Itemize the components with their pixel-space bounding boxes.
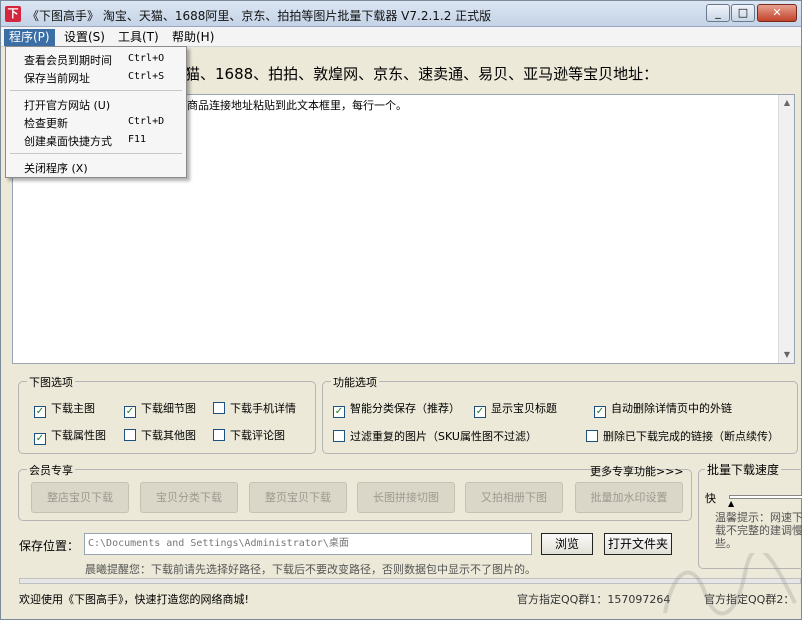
menu-item-membership-expiry[interactable]: 查看会员到期时间	[24, 52, 112, 68]
app-window: 下 《下图高手》 淘宝、天猫、1688阿里、京东、拍拍等图片批量下载器 V7.2…	[0, 0, 802, 620]
window-title: 《下图高手》 淘宝、天猫、1688阿里、京东、拍拍等图片批量下载器 V7.2.1…	[27, 9, 492, 23]
checkbox-box: ✓	[124, 406, 136, 418]
scroll-up-arrow-icon[interactable]: ▲	[779, 95, 795, 111]
menu-item-desktop-shortcut[interactable]: 创建桌面快捷方式	[24, 133, 112, 149]
checkbox-label: 下载主图	[51, 402, 95, 415]
checkbox-label: 过滤重复的图片（SKU属性图不过滤）	[350, 430, 537, 443]
menu-item-open-website[interactable]: 打开官方网站 (U)	[24, 97, 110, 113]
checkbox-remove-external-links[interactable]: ✓ 自动删除详情页中的外链	[594, 402, 732, 418]
save-hint: 晨曦提醒您：下载前请先选择好路径，下载后不要改变路径，否则数据包中显示不了图片的…	[85, 563, 536, 576]
textarea-hint: 商品连接地址粘贴到此文本框里，每行一个。	[187, 99, 407, 112]
download-options-title: 下图选项	[27, 374, 75, 390]
menu-separator	[10, 90, 182, 91]
close-button[interactable]: ✕	[757, 4, 797, 22]
checkbox-download-detail[interactable]: ✓ 下载细节图	[124, 402, 196, 418]
checkbox-delete-completed[interactable]: 删除已下载完成的链接（断点续传）	[586, 430, 779, 444]
status-qq-group-1: 官方指定QQ群1：157097264	[517, 591, 670, 607]
download-options-group: 下图选项 ✓ 下载主图 ✓ 下载细节图 下载手机详情 ✓ 下载属性图 下载其他图 下载…	[18, 374, 316, 454]
menu-separator	[10, 153, 182, 154]
browse-button[interactable]: 浏览	[541, 533, 593, 555]
checkbox-box: ✓	[34, 406, 46, 418]
checkbox-download-review[interactable]: 下载评论图	[213, 429, 285, 443]
url-input-heading: 猫、1688、拍拍、敦煌网、京东、速卖通、易贝、亚马逊等宝贝地址：	[185, 65, 659, 83]
program-dropdown-menu: 查看会员到期时间 Ctrl+O 保存当前网址 Ctrl+S 打开官方网站 (U)…	[5, 46, 187, 178]
checkbox-label: 自动删除详情页中的外链	[611, 402, 732, 415]
download-speed-title: 批量下载速度	[705, 461, 782, 478]
menu-program[interactable]: 程序(P)	[4, 29, 55, 46]
maximize-button[interactable]: □	[731, 4, 755, 22]
function-options-title: 功能选项	[331, 374, 379, 390]
checkbox-label: 删除已下载完成的链接（断点续传）	[603, 430, 779, 443]
checkbox-filter-duplicates[interactable]: 过滤重复的图片（SKU属性图不过滤）	[333, 430, 537, 444]
checkbox-box	[124, 429, 136, 441]
shortcut-label: F11	[128, 134, 147, 145]
menu-settings[interactable]: 设置(S)	[59, 29, 110, 46]
menu-item-save-url[interactable]: 保存当前网址	[24, 70, 90, 86]
save-location-label: 保存位置：	[19, 539, 80, 553]
checkbox-box	[586, 430, 598, 442]
function-options-group: 功能选项 ✓ 智能分类保存（推荐） ✓ 显示宝贝标题 ✓ 自动删除详情页中的外链 过滤…	[322, 374, 798, 454]
checkbox-box	[213, 429, 225, 441]
minimize-button[interactable]: _	[706, 4, 730, 22]
checkbox-download-mobile-detail[interactable]: 下载手机详情	[213, 402, 296, 416]
title-bar[interactable]: 下 《下图高手》 淘宝、天猫、1688阿里、京东、拍拍等图片批量下载器 V7.2…	[1, 1, 801, 27]
more-features-link[interactable]: 更多专享功能>>>	[590, 463, 684, 479]
checkbox-download-attribute[interactable]: ✓ 下载属性图	[34, 429, 106, 445]
member-button-youpai-album[interactable]: 又拍相册下图	[465, 482, 563, 513]
checkbox-smart-category[interactable]: ✓ 智能分类保存（推荐）	[333, 402, 460, 418]
checkbox-box: ✓	[34, 433, 46, 445]
speed-tip: 温馨提示：网速下载不完整的建调慢些。	[715, 511, 802, 550]
checkbox-box	[333, 430, 345, 442]
member-button-long-image-cut[interactable]: 长图拼接切图	[357, 482, 455, 513]
menu-help[interactable]: 帮助(H)	[167, 29, 219, 46]
checkbox-label: 下载手机详情	[230, 402, 296, 415]
watermark-logo-icon	[663, 553, 797, 616]
textarea-scrollbar[interactable]: ▲ ▼	[778, 95, 794, 363]
app-icon: 下	[5, 6, 21, 22]
scroll-down-arrow-icon[interactable]: ▼	[779, 347, 795, 363]
shortcut-label: Ctrl+S	[128, 71, 165, 82]
checkbox-label: 下载评论图	[230, 429, 285, 442]
checkbox-show-title[interactable]: ✓ 显示宝贝标题	[474, 402, 557, 418]
qq1-label: 官方指定QQ群1：	[517, 593, 608, 606]
status-welcome: 欢迎使用《下图高手》，快速打造您的网络商城!	[19, 593, 249, 606]
menu-item-exit[interactable]: 关闭程序 (X)	[24, 160, 88, 176]
checkbox-label: 智能分类保存（推荐）	[350, 402, 460, 415]
speed-slider[interactable]	[729, 495, 802, 499]
save-path-input[interactable]: C:\Documents and Settings\Administrator\…	[84, 533, 532, 555]
member-button-batch-watermark[interactable]: 批量加水印设置	[575, 482, 683, 513]
checkbox-label: 下载属性图	[51, 429, 106, 442]
menu-tools[interactable]: 工具(T)	[113, 29, 164, 46]
shortcut-label: Ctrl+O	[128, 53, 165, 64]
checkbox-label: 下载细节图	[141, 402, 196, 415]
shortcut-label: Ctrl+D	[128, 116, 165, 127]
speed-fast-label: 快	[705, 492, 716, 505]
checkbox-box: ✓	[474, 406, 486, 418]
open-folder-button[interactable]: 打开文件夹	[604, 533, 672, 555]
slider-thumb-icon[interactable]: ▲	[728, 499, 734, 508]
member-button-category-download[interactable]: 宝贝分类下载	[140, 482, 238, 513]
menu-bar: 程序(P) 设置(S) 工具(T) 帮助(H)	[1, 27, 801, 47]
member-title: 会员专享	[27, 462, 75, 478]
checkbox-box	[213, 402, 225, 414]
member-button-page-download[interactable]: 整页宝贝下载	[249, 482, 347, 513]
member-button-shop-download[interactable]: 整店宝贝下载	[31, 482, 129, 513]
checkbox-box: ✓	[333, 406, 345, 418]
checkbox-download-other[interactable]: 下载其他图	[124, 429, 196, 443]
checkbox-box: ✓	[594, 406, 606, 418]
checkbox-label: 显示宝贝标题	[491, 402, 557, 415]
menu-item-check-update[interactable]: 检查更新	[24, 115, 68, 131]
checkbox-label: 下载其他图	[141, 429, 196, 442]
checkbox-download-main[interactable]: ✓ 下载主图	[34, 402, 95, 418]
